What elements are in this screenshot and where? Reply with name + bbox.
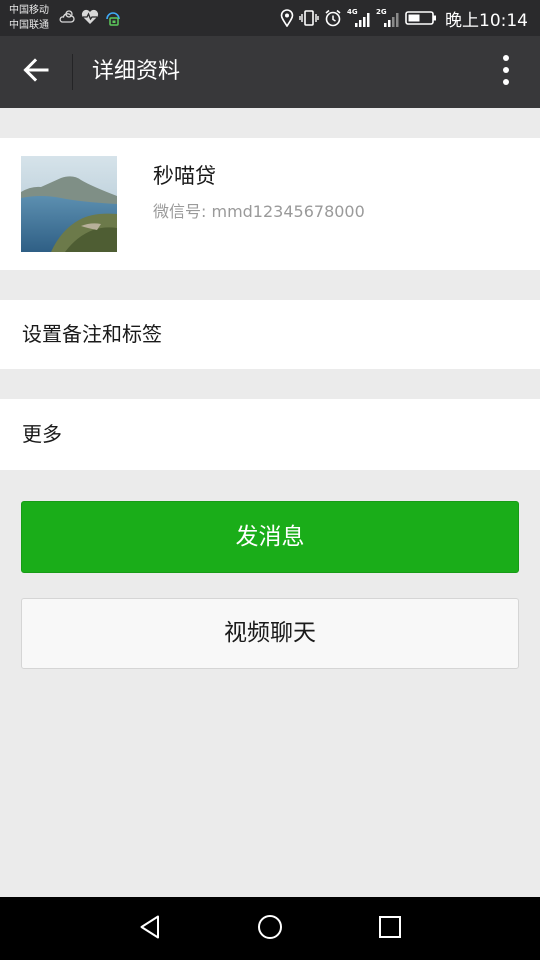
avatar[interactable]	[21, 156, 117, 252]
battery-icon	[405, 10, 437, 26]
vibrate-icon	[299, 9, 319, 27]
nav-home-button[interactable]	[250, 909, 290, 949]
carrier-2-label: 中国联通	[9, 20, 49, 31]
signal-2g-icon: 2G	[376, 8, 400, 28]
square-recent-icon	[378, 915, 402, 943]
more-row[interactable]: 更多	[0, 399, 540, 470]
navigation-bar	[0, 897, 540, 960]
carrier-info: 中国移动 中国联通	[9, 3, 49, 33]
nav-back-button[interactable]	[130, 909, 170, 949]
video-chat-button[interactable]: 视频聊天	[21, 598, 519, 669]
more-options-button[interactable]	[492, 54, 520, 90]
system-status-icons: 4G 2G 晚上10:14	[280, 0, 528, 36]
carrier-1-label: 中国移动	[9, 5, 49, 16]
location-icon	[280, 9, 294, 27]
signal-4g-icon: 4G	[347, 8, 371, 28]
back-button[interactable]	[14, 52, 58, 92]
more-label: 更多	[22, 422, 62, 446]
vpn-lock-icon	[104, 8, 122, 28]
alarm-icon	[324, 9, 342, 27]
triangle-back-icon	[138, 914, 162, 944]
clock-time: 晚上10:14	[445, 10, 528, 31]
action-bar: 详细资料	[0, 36, 540, 108]
circle-home-icon	[257, 914, 283, 944]
weather-cloud-icon	[58, 8, 76, 28]
action-bar-divider	[72, 54, 73, 90]
profile-name: 秒喵贷	[153, 164, 216, 188]
wechat-id: 微信号: mmd12345678000	[153, 202, 365, 221]
notification-icons	[58, 8, 122, 28]
more-vertical-icon	[502, 54, 510, 90]
status-bar: 中国移动 中国联通 4G 2G 晚上10:14	[0, 0, 540, 36]
set-remark-tags-label: 设置备注和标签	[22, 322, 162, 346]
send-message-button[interactable]: 发消息	[21, 501, 519, 573]
profile-card: 秒喵贷 微信号: mmd12345678000	[0, 138, 540, 270]
set-remark-tags-row[interactable]: 设置备注和标签	[0, 300, 540, 369]
page-title: 详细资料	[92, 59, 181, 84]
nav-recent-apps-button[interactable]	[370, 909, 410, 949]
arrow-left-icon	[23, 58, 49, 86]
health-heart-icon	[80, 8, 100, 28]
